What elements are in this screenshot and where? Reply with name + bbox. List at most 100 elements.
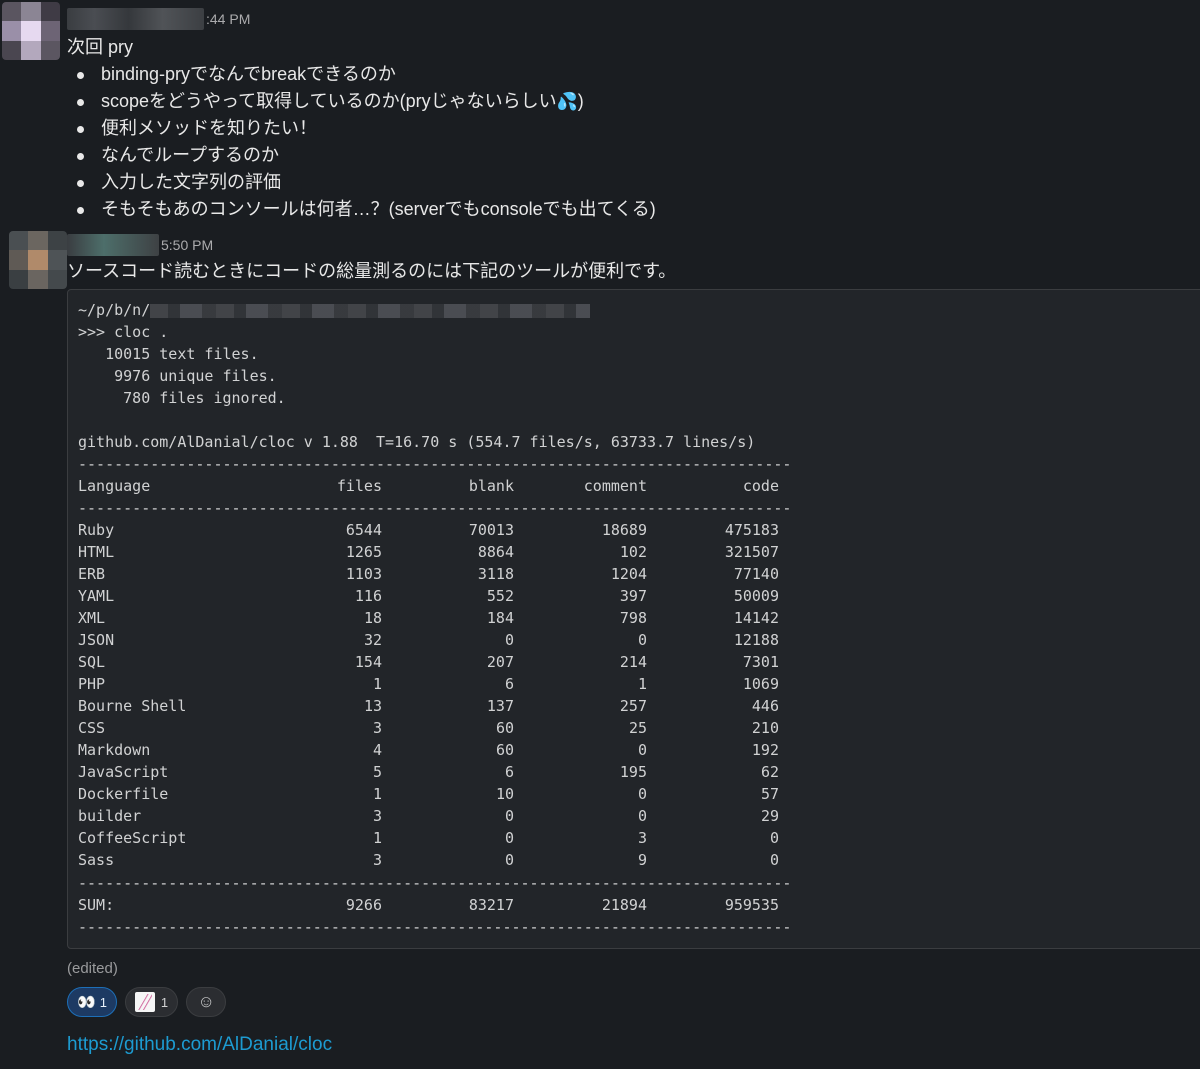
custom-image-icon (134, 992, 155, 1012)
reaction-custom[interactable]: 1 (124, 987, 179, 1017)
files-cell: 116 (354, 587, 382, 605)
table-row: JavaScript 5 6 195 62 (78, 761, 779, 783)
code-cell: 192 (751, 741, 779, 759)
files-cell: 3 (372, 719, 382, 737)
table-row: XML 18 184 798 14142 (78, 607, 779, 629)
reaction-count: 1 (99, 994, 107, 1010)
list-item: なんでループするのか (67, 142, 656, 169)
blank-cell: 70013 (468, 521, 514, 539)
comment-cell: 0 (637, 785, 647, 803)
files-cell: 3 (372, 807, 382, 825)
separator: ----------------------------------------… (78, 874, 792, 892)
blank-cell: 60 (495, 741, 514, 759)
table-row: Sass 3 0 9 0 (78, 849, 779, 871)
comment-cell: 214 (619, 653, 647, 671)
blank-cell: 137 (486, 697, 514, 715)
files-cell: 1265 (345, 543, 382, 561)
language-cell: Bourne Shell (78, 697, 187, 715)
eyes-icon: 👀 (77, 994, 96, 1011)
comment-cell: 102 (619, 543, 647, 561)
blank-cell: 207 (486, 653, 514, 671)
path-prefix: ~/p/b/n/ (78, 301, 151, 319)
avatar[interactable] (2, 2, 60, 60)
comment-cell: 0 (637, 807, 647, 825)
code-cell: 77140 (733, 565, 779, 583)
files-cell: 154 (354, 653, 382, 671)
table-row: YAML 116 552 397 50009 (78, 585, 779, 607)
language-cell: PHP (78, 675, 106, 693)
comment-cell: 257 (619, 697, 647, 715)
table-row: Markdown 4 60 0 192 (78, 739, 779, 761)
comment-cell: 1204 (610, 565, 647, 583)
command-line: >>> cloc . (78, 323, 169, 341)
blank-cell: 184 (486, 609, 514, 627)
timestamp[interactable]: :44 PM (206, 11, 250, 27)
redacted-path (150, 303, 591, 318)
message-title: 次回 pry (67, 37, 134, 57)
comment-cell: 798 (619, 609, 647, 627)
summary-line: 780 files ignored. (78, 389, 286, 407)
message-2: 5:50 PM ソースコード読むときにコードの総量測るのには下記のツールが便利で… (67, 234, 676, 285)
language-cell: builder (78, 807, 142, 825)
bullet-list: binding-pryでなんでbreakできるのか scopeをどうやって取得し… (67, 61, 656, 223)
summary-line: 9976 unique files. (78, 367, 277, 385)
list-item: binding-pryでなんでbreakできるのか (67, 61, 656, 88)
column-headers: Language files blank comment code (78, 475, 779, 497)
language-cell: Markdown (78, 741, 151, 759)
code-cell: 321507 (724, 543, 779, 561)
table-row: CoffeeScript 1 0 3 0 (78, 827, 779, 849)
list-item: 入力した文字列の評価 (67, 169, 656, 196)
column-header: blank (468, 477, 514, 495)
sum-row: SUM: 9266 83217 21894 959535 (78, 894, 779, 916)
sender-name[interactable] (67, 234, 159, 256)
table-row: PHP 1 6 1 1069 (78, 673, 779, 695)
files-cell: 32 (363, 631, 382, 649)
comment-cell: 397 (619, 587, 647, 605)
cloc-header: github.com/AlDanial/cloc v 1.88 T=16.70 … (78, 433, 756, 451)
separator: ----------------------------------------… (78, 455, 792, 473)
column-header: code (742, 477, 779, 495)
blank-cell: 60 (495, 719, 514, 737)
table-row: SQL 154 207 214 7301 (78, 651, 779, 673)
table-row: ERB 1103 3118 1204 77140 (78, 563, 779, 585)
code-cell: 14142 (733, 609, 779, 627)
sender-name[interactable] (67, 8, 204, 30)
language-cell: Ruby (78, 521, 115, 539)
code-cell: 7301 (742, 653, 779, 671)
code-cell: 210 (751, 719, 779, 737)
blank-cell: 0 (504, 807, 514, 825)
files-cell: 1 (372, 785, 382, 803)
reaction-eyes[interactable]: 👀 1 (67, 987, 117, 1017)
code-cell: 50009 (733, 587, 779, 605)
language-cell: XML (78, 609, 106, 627)
blank-cell: 8864 (477, 543, 514, 561)
blank-cell: 10 (495, 785, 514, 803)
separator: ----------------------------------------… (78, 499, 792, 517)
table-row: JSON 32 0 0 12188 (78, 629, 779, 651)
language-cell: Dockerfile (78, 785, 169, 803)
comment-cell: 1 (637, 675, 647, 693)
files-cell: 13 (363, 697, 382, 715)
blank-cell: 6 (504, 675, 514, 693)
timestamp[interactable]: 5:50 PM (161, 237, 213, 253)
message-text: ソースコード読むときにコードの総量測るのには下記のツールが便利です。 (67, 261, 677, 281)
table-row: Bourne Shell 13 137 257 446 (78, 695, 779, 717)
comment-cell: 3 (637, 829, 647, 847)
code-cell: 12188 (733, 631, 779, 649)
files-cell: 1 (372, 675, 382, 693)
blank-cell: 552 (486, 587, 514, 605)
add-reaction-button[interactable]: ☺ (186, 987, 227, 1017)
table-row: Ruby 6544 70013 18689 475183 (78, 519, 779, 541)
language-cell: JavaScript (78, 763, 169, 781)
files-cell: 4 (372, 741, 382, 759)
cloc-link[interactable]: https://github.com/AlDanial/cloc (67, 1034, 332, 1056)
language-cell: JSON (78, 631, 115, 649)
files-cell: 5 (372, 763, 382, 781)
blank-cell: 3118 (477, 565, 514, 583)
column-header: comment (583, 477, 647, 495)
files-cell: 3 (372, 851, 382, 869)
list-item: scopeをどうやって取得しているのか(pryじゃないらしい💦) (67, 88, 656, 115)
message-1: :44 PM 次回 pry binding-pryでなんでbreakできるのか … (67, 8, 656, 223)
avatar[interactable] (9, 231, 67, 289)
list-item: 便利メソッドを知りたい！ (67, 115, 656, 142)
